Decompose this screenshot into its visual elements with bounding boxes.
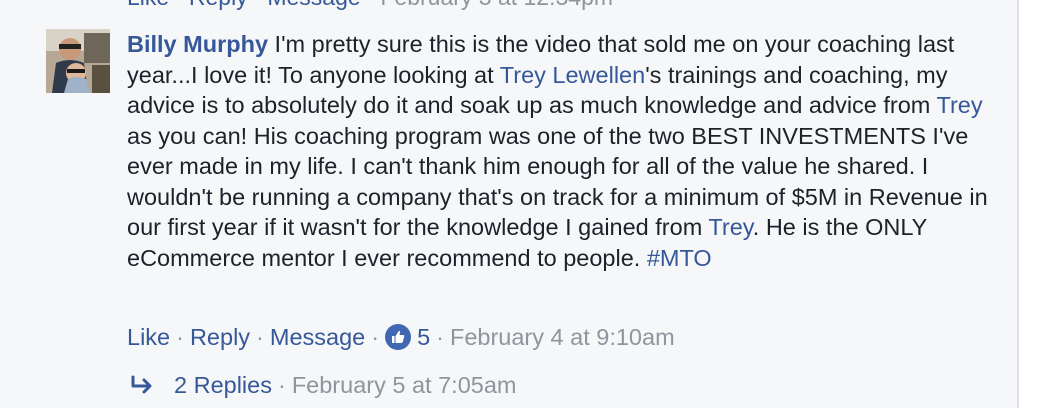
replies-count-link[interactable]: 2 Replies xyxy=(174,370,272,400)
separator-dot: · xyxy=(169,0,189,10)
separator-dot: · xyxy=(371,324,380,350)
avatar[interactable] xyxy=(46,29,110,93)
mention-link-trey-lewellen[interactable]: Trey Lewellen xyxy=(500,62,645,88)
reply-arrow-icon xyxy=(130,374,156,396)
separator-dot: · xyxy=(176,324,184,350)
right-panel-edge xyxy=(1017,0,1040,408)
message-link[interactable]: Message xyxy=(270,322,365,352)
comment-text: Billy Murphy I'm pretty sure this is the… xyxy=(127,29,997,273)
previous-like-link[interactable]: Like xyxy=(127,0,169,10)
hashtag-link[interactable]: #MTO xyxy=(647,245,712,271)
separator-dot: · xyxy=(248,0,268,10)
separator-dot: · xyxy=(277,372,286,398)
previous-message-link[interactable]: Message xyxy=(267,0,360,10)
avatar-photo xyxy=(46,29,110,93)
previous-reply-link[interactable]: Reply xyxy=(189,0,248,10)
comment-actions: Like · Reply · Message · 5 · February 4 … xyxy=(127,322,675,352)
author-name-link[interactable]: Billy Murphy xyxy=(127,31,268,57)
comment-timestamp[interactable]: February 4 at 9:10am xyxy=(450,322,675,352)
thumbs-up-icon[interactable] xyxy=(385,324,412,350)
previous-comment-actions: Like·Reply·Message·February 3 at 12:34pm xyxy=(127,0,613,12)
view-replies[interactable]: 2 Replies · February 5 at 7:05am xyxy=(130,370,517,400)
separator-dot: · xyxy=(436,324,444,350)
reaction-count[interactable]: 5 xyxy=(417,322,430,352)
mention-link-trey[interactable]: Trey xyxy=(708,214,752,240)
replies-timestamp[interactable]: February 5 at 7:05am xyxy=(292,370,517,400)
separator-dot: · xyxy=(361,0,381,10)
mention-link-trey[interactable]: Trey xyxy=(937,92,983,118)
previous-timestamp[interactable]: February 3 at 12:34pm xyxy=(380,0,613,10)
separator-dot: · xyxy=(256,324,264,350)
reply-link[interactable]: Reply xyxy=(190,322,250,352)
like-link[interactable]: Like xyxy=(127,322,170,352)
comment-thread: Like·Reply·Message·February 3 at 12:34pm… xyxy=(0,0,1040,408)
